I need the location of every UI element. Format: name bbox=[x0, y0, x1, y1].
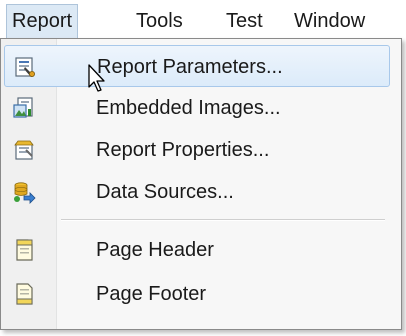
menu-item-label: Data Sources... bbox=[96, 181, 234, 203]
menu-separator bbox=[61, 219, 385, 221]
menu-test[interactable]: Test bbox=[220, 4, 269, 38]
report-dropdown-menu: Report Parameters... Embedded Images... … bbox=[0, 38, 402, 330]
menu-item-label: Report Properties... bbox=[96, 139, 270, 161]
embedded-images-icon bbox=[13, 97, 33, 118]
report-properties-icon bbox=[14, 140, 34, 160]
menu-item-embedded-images[interactable]: Embedded Images... bbox=[4, 87, 390, 129]
report-parameters-icon bbox=[15, 57, 35, 77]
menu-item-data-sources[interactable]: Data Sources... bbox=[4, 171, 390, 213]
menu-bar: Report Tools Test Window bbox=[0, 0, 406, 42]
menu-window[interactable]: Window bbox=[288, 4, 371, 38]
menu-report[interactable]: Report bbox=[6, 4, 79, 38]
menu-item-report-properties[interactable]: Report Properties... bbox=[4, 129, 390, 171]
page-footer-icon bbox=[16, 283, 33, 305]
menu-item-page-footer[interactable]: Page Footer bbox=[4, 273, 390, 315]
menu-item-page-header[interactable]: Page Header bbox=[4, 229, 390, 271]
menu-item-report-parameters[interactable]: Report Parameters... bbox=[4, 45, 390, 87]
page-header-icon bbox=[16, 239, 33, 261]
menu-item-label: Embedded Images... bbox=[96, 97, 281, 119]
menu-item-label: Report Parameters... bbox=[97, 56, 283, 78]
menu-item-label: Page Footer bbox=[96, 283, 207, 305]
menu-tools[interactable]: Tools bbox=[130, 4, 189, 38]
data-sources-icon bbox=[14, 182, 36, 204]
menu-item-label: Page Header bbox=[96, 239, 214, 261]
